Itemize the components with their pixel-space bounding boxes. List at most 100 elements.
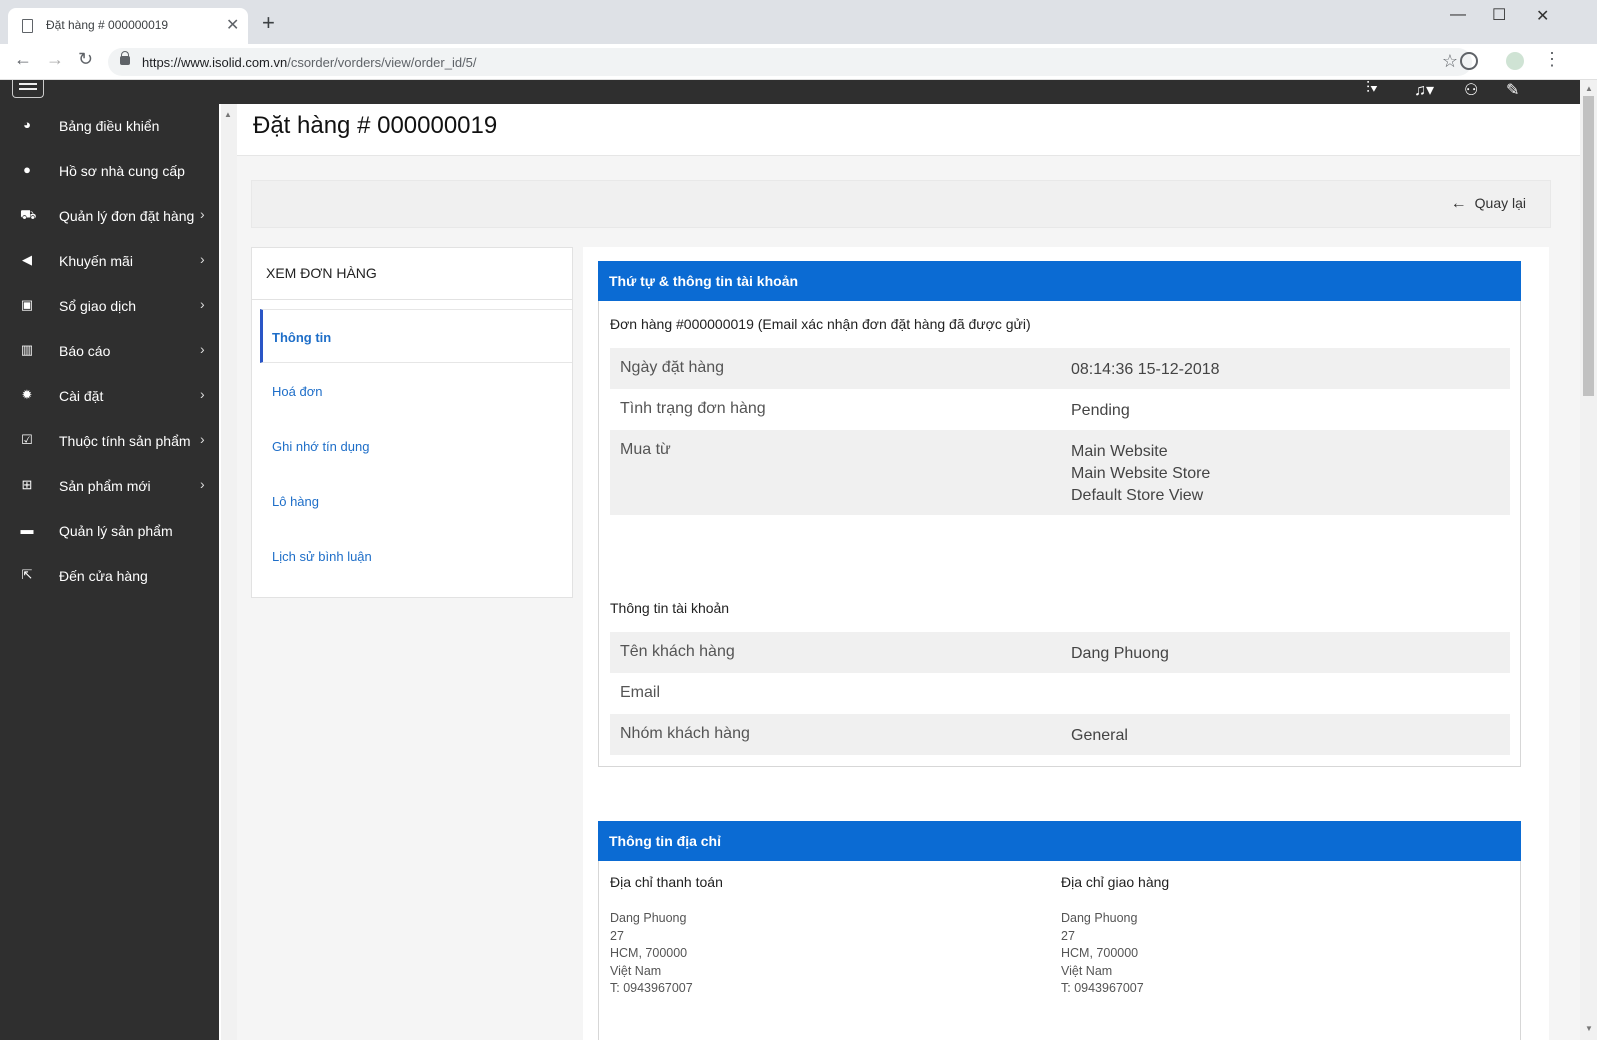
bookmark-star-icon[interactable]: ☆ xyxy=(1442,51,1458,72)
sidebar-item-settings[interactable]: ✹ Cài đặt › xyxy=(0,374,219,419)
sidebar: ◕ Bảng điều khiển ● Hồ sơ nhà cung cấp ⛟… xyxy=(0,104,219,1040)
page-icon xyxy=(22,19,33,33)
order-view-nav: XEM ĐƠN HÀNG Thông tin Hoá đơn Ghi nhớ t… xyxy=(251,247,573,598)
tab-close-icon[interactable]: ✕ xyxy=(226,15,239,35)
action-bar: ← Quay lại xyxy=(251,180,1551,228)
sidebar-item-vendor-profile[interactable]: ● Hồ sơ nhà cung cấp xyxy=(0,149,219,194)
external-link-icon: ⇱ xyxy=(21,567,33,582)
nav-item-credit-memo[interactable]: Ghi nhớ tín dụng xyxy=(260,419,572,473)
order-view-nav-title: XEM ĐƠN HÀNG xyxy=(266,265,377,281)
order-date-row: Ngày đặt hàng 08:14:36 15-12-2018 xyxy=(610,348,1510,389)
url-text: https://www.isolid.com.vn/csorder/vorder… xyxy=(142,55,477,70)
order-subtitle: Đơn hàng #000000019 (Email xác nhận đơn … xyxy=(610,316,1031,332)
lock-icon xyxy=(120,51,130,65)
billing-line: Dang Phuong xyxy=(610,911,687,925)
folder-icon: ▬ xyxy=(20,522,34,537)
address-info-box: Thông tin địa chỉ Địa chỉ thanh toán Dan… xyxy=(598,821,1521,1040)
shipping-address: Địa chỉ giao hàng Dang Phuong 27 HCM, 70… xyxy=(1061,874,1169,998)
back-button[interactable]: ← Quay lại xyxy=(1451,195,1526,213)
new-tab-icon[interactable]: + xyxy=(262,10,275,36)
address-info-header: Thông tin địa chỉ xyxy=(598,821,1521,861)
nav-item-info[interactable]: Thông tin xyxy=(260,309,572,363)
sidebar-item-go-to-store[interactable]: ⇱ Đến cửa hàng xyxy=(0,554,219,599)
browser-titlebar: Đặt hàng # 000000019 ✕ + — ☐ ✕ xyxy=(0,0,1597,44)
window-close-icon[interactable]: ✕ xyxy=(1536,6,1549,26)
browser-tab[interactable]: Đặt hàng # 000000019 ✕ xyxy=(8,8,248,44)
minimize-icon[interactable]: — xyxy=(1450,6,1466,24)
notification-bell-icon[interactable]: ♫▾ xyxy=(1414,80,1434,100)
account-info-subtitle: Thông tin tài khoản xyxy=(610,600,730,616)
shipping-line: Dang Phuong xyxy=(1061,911,1138,925)
maximize-icon[interactable]: ☐ xyxy=(1492,5,1506,25)
nav-item-comment-history[interactable]: Lịch sử bình luận xyxy=(260,529,572,583)
sidebar-item-transactions[interactable]: ▣ Sổ giao dịch › xyxy=(0,284,219,329)
sidebar-item-dashboard[interactable]: ◕ Bảng điều khiển xyxy=(0,104,219,149)
nav-item-shipment[interactable]: Lô hàng xyxy=(260,474,572,528)
sidebar-scrollbar[interactable]: ▲ xyxy=(221,104,237,1040)
hamburger-menu-icon[interactable] xyxy=(12,80,44,98)
dashboard-icon: ◕ xyxy=(23,117,31,132)
tab-title: Đặt hàng # 000000019 xyxy=(46,18,169,32)
page-title: Đặt hàng # 000000019 xyxy=(253,112,498,139)
page-scrollbar[interactable]: ▲ ▼ xyxy=(1580,80,1597,1040)
sidebar-item-manage-products[interactable]: ▬ Quản lý sản phẩm xyxy=(0,509,219,554)
account-icon[interactable]: ⚇ xyxy=(1464,80,1478,100)
checkbox-icon: ☑ xyxy=(21,432,33,447)
back-arrow-icon[interactable]: ← xyxy=(14,49,32,70)
customer-email-row: Email xyxy=(620,684,661,701)
arrow-left-icon: ← xyxy=(1450,195,1467,212)
gear-icon: ✹ xyxy=(21,387,33,402)
menu-kebab-icon[interactable]: ⋮ xyxy=(1543,49,1561,70)
shipping-line: T: 0943967007 xyxy=(1061,981,1144,995)
shipping-line: Việt Nam xyxy=(1061,963,1113,978)
chevron-right-icon: › xyxy=(200,341,205,357)
sidebar-item-orders[interactable]: ⛟ Quản lý đơn đặt hàng › xyxy=(0,194,219,239)
main-content: Đặt hàng # 000000019 ← Quay lại XEM ĐƠN H… xyxy=(237,104,1580,1040)
megaphone-icon: ◀ xyxy=(22,252,32,267)
plus-square-icon: ⊞ xyxy=(21,477,33,492)
scroll-up-icon[interactable]: ▲ xyxy=(1585,84,1593,93)
sidebar-item-new-product[interactable]: ⊞ Sản phẩm mới › xyxy=(0,464,219,509)
cart-icon: ⛟ xyxy=(20,207,37,222)
billing-address-title: Địa chỉ thanh toán xyxy=(610,874,723,890)
billing-line: T: 0943967007 xyxy=(610,981,693,995)
user-icon: ● xyxy=(23,162,31,177)
chevron-right-icon: › xyxy=(200,476,205,492)
page-header: Đặt hàng # 000000019 xyxy=(237,104,1580,156)
shipping-line: HCM, 700000 xyxy=(1061,946,1139,960)
chevron-right-icon: › xyxy=(200,296,205,312)
reload-icon[interactable]: ↻ xyxy=(78,49,93,70)
scroll-up-icon[interactable]: ▲ xyxy=(224,110,232,119)
address-bar[interactable]: https://www.isolid.com.vn/csorder/vorder… xyxy=(108,48,1472,76)
bar-chart-icon: ▥ xyxy=(20,342,34,357)
order-detail-panel: Thứ tự & thông tin tài khoản Đơn hàng #0… xyxy=(583,247,1549,1040)
sidebar-item-promotions[interactable]: ◀ Khuyến mãi › xyxy=(0,239,219,284)
nav-item-invoice[interactable]: Hoá đơn xyxy=(260,364,572,418)
extension-icon[interactable] xyxy=(1460,52,1478,70)
billing-address: Địa chỉ thanh toán Dang Phuong 27 HCM, 7… xyxy=(610,874,723,998)
order-account-info-box: Thứ tự & thông tin tài khoản Đơn hàng #0… xyxy=(598,261,1521,767)
billing-line: 27 xyxy=(610,928,624,943)
app-header: ⫶▾ ♫▾ ⚇ ✎ xyxy=(0,80,1580,104)
scroll-down-icon[interactable]: ▼ xyxy=(1585,1024,1593,1033)
order-account-info-header: Thứ tự & thông tin tài khoản xyxy=(598,261,1521,301)
divider xyxy=(252,299,572,300)
chevron-right-icon: › xyxy=(200,251,205,267)
purchased-from-row: Mua từ Main Website Main Website Store D… xyxy=(610,430,1510,515)
filter-icon[interactable]: ⫶▾ xyxy=(1366,80,1378,98)
edit-icon[interactable]: ✎ xyxy=(1506,80,1519,100)
shipping-address-title: Địa chỉ giao hàng xyxy=(1061,874,1170,890)
shipping-line: 27 xyxy=(1061,928,1075,943)
profile-avatar-icon[interactable] xyxy=(1506,52,1524,70)
billing-line: HCM, 700000 xyxy=(610,946,688,960)
sidebar-item-product-attributes[interactable]: ☑ Thuộc tính sản phẩm › xyxy=(0,419,219,464)
money-icon: ▣ xyxy=(20,297,34,312)
browser-toolbar: ← → ↻ https://www.isolid.com.vn/csorder/… xyxy=(0,44,1597,80)
order-status-row: Tình trạng đơn hàng Pending xyxy=(620,400,1130,419)
chevron-right-icon: › xyxy=(200,206,205,222)
forward-arrow-icon[interactable]: → xyxy=(46,49,64,70)
sidebar-item-reports[interactable]: ▥ Báo cáo › xyxy=(0,329,219,374)
scrollbar-thumb[interactable] xyxy=(1583,96,1594,396)
customer-group-row: Nhóm khách hàng General xyxy=(610,714,1510,755)
billing-line: Việt Nam xyxy=(610,963,662,978)
